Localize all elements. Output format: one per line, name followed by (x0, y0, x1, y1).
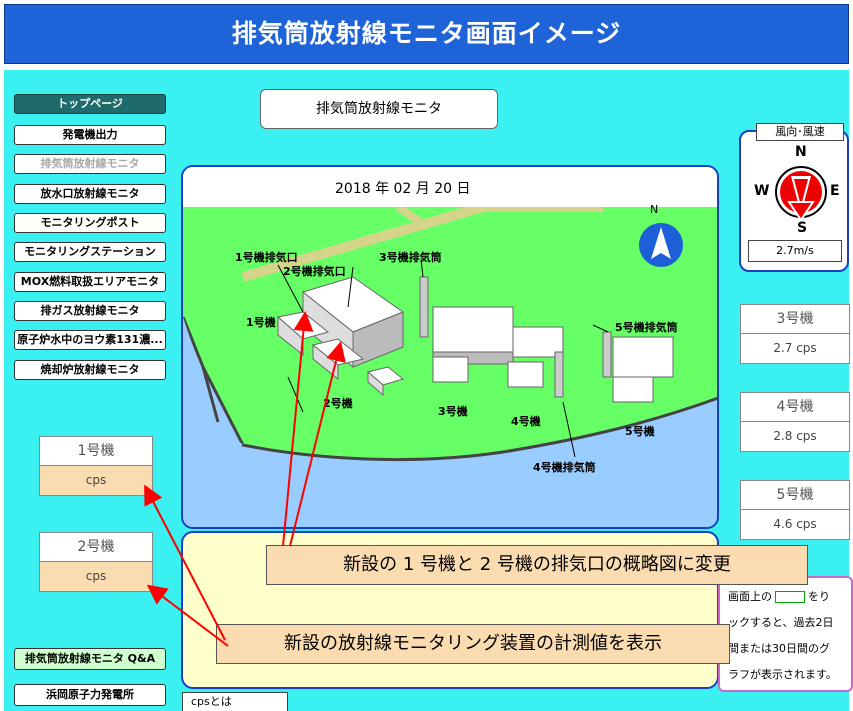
nav-outlet-monitor[interactable]: 放水口放射線モニタ (14, 184, 166, 204)
info-line2: ックすると、過去2日 (728, 616, 834, 629)
unit2-reading[interactable]: 2号機 cps (39, 532, 153, 592)
info-line3: 間または30日間のグ (728, 642, 830, 655)
label-u4-stack: 4号機排気筒 (533, 461, 596, 474)
compass-w: W (754, 183, 770, 199)
unit5-value: 4.6 cps (740, 510, 850, 540)
page-title: 排気筒放射線モニタ (260, 89, 498, 129)
unit1-reading[interactable]: 1号機 cps (39, 436, 153, 496)
date-label: 2018 年 02 月 20 日 (335, 181, 471, 197)
label-u5-stack: 5号機排気筒 (615, 321, 678, 334)
callout-map-change: 新設の 1 号機と 2 号機の排気口の概略図に変更 (266, 545, 808, 585)
unit3-label: 3号機 (740, 304, 850, 334)
unit4-value: 2.8 cps (740, 422, 850, 452)
unit5-reading[interactable]: 5号機 4.6 cps (740, 480, 850, 540)
nav-incinerator-monitor[interactable]: 焼却炉放射線モニタ (14, 360, 166, 380)
north-icon: N (650, 203, 659, 216)
info-line1: 画面上の をり (728, 588, 830, 604)
info-line1a: 画面上の (728, 590, 772, 603)
label-u3-stack: 3号機排気筒 (379, 251, 442, 264)
unit4-label: 4号機 (740, 392, 850, 422)
compass-n: N (795, 144, 807, 160)
unit3-value: 2.7 cps (740, 334, 850, 364)
callout-new-values: 新設の放射線モニタリング装置の計測値を表示 (216, 624, 730, 664)
nav-monitoring-post[interactable]: モニタリングポスト (14, 213, 166, 233)
wind-speed: 2.7m/s (748, 240, 842, 262)
nav-qa[interactable]: 排気筒放射線モニタ Q&A (14, 648, 166, 670)
compass-s: S (797, 220, 808, 236)
compass-e: E (830, 183, 840, 199)
nav-monitoring-station[interactable]: モニタリングステーション (14, 242, 166, 262)
label-u1: 1号機 (246, 316, 276, 329)
date-bar: 2018 年 02 月 20 日 (183, 167, 717, 207)
label-u4: 4号機 (511, 415, 541, 428)
nav-generator-output[interactable]: 発電機出力 (14, 125, 166, 145)
unit1-label: 1号機 (39, 436, 153, 466)
nav-exhaust-gas-monitor[interactable]: 排ガス放射線モニタ (14, 301, 166, 321)
site-map: 2018 年 02 月 20 日 N 1号機排気口 2号機排気口 3号機排気筒 … (181, 165, 719, 529)
unit5-label: 5号機 (740, 480, 850, 510)
info-line1b: をり (808, 590, 830, 603)
info-box: 画面上の をり ックすると、過去2日 間または30日間のグ ラフが表示されます。 (718, 576, 853, 692)
label-u5: 5号機 (625, 425, 655, 438)
unit3-reading[interactable]: 3号機 2.7 cps (740, 304, 850, 364)
cps-link[interactable]: cpsとは (182, 692, 288, 711)
unit1-value: cps (39, 466, 153, 496)
nav-top-page[interactable]: トップページ (14, 94, 166, 114)
nav-stack-monitor[interactable]: 排気筒放射線モニタ (14, 154, 166, 174)
page-banner: 排気筒放射線モニタ画面イメージ (4, 4, 849, 64)
unit4-reading[interactable]: 4号機 2.8 cps (740, 392, 850, 452)
label-u3: 3号機 (438, 405, 468, 418)
nav-mox-area-monitor[interactable]: MOX燃料取扱エリアモニタ (14, 272, 166, 292)
label-u2: 2号機 (323, 397, 353, 410)
unit2-value: cps (39, 562, 153, 592)
label-u2-exhaust: 2号機排気口 (283, 265, 346, 278)
info-line4: ラフが表示されます。 (728, 668, 837, 681)
unit2-label: 2号機 (39, 532, 153, 562)
wind-title: 風向･風速 (756, 123, 844, 141)
site-map-drawing (183, 167, 717, 527)
nav-iodine-131[interactable]: 原子炉水中のヨウ素131濃... (14, 330, 166, 350)
nav-hamaoka[interactable]: 浜岡原子力発電所 (14, 684, 166, 706)
box-sample-icon (775, 591, 805, 603)
